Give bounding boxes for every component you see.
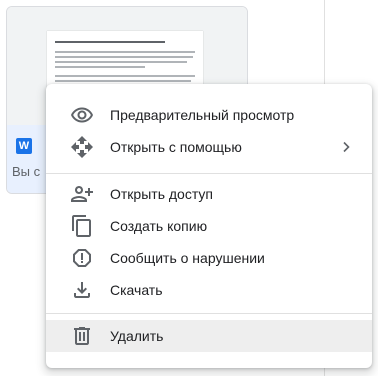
menu-item-label: Создать копию xyxy=(110,218,208,234)
menu-item-label: Удалить xyxy=(110,328,164,344)
menu-item-preview[interactable]: Предварительный просмотр xyxy=(46,99,372,131)
menu-divider xyxy=(46,313,372,314)
add-person-icon xyxy=(70,182,94,206)
menu-item-report-abuse[interactable]: Сообщить о нарушении xyxy=(46,242,372,274)
eye-icon xyxy=(70,103,94,127)
menu-item-label: Сообщить о нарушении xyxy=(110,250,265,266)
download-icon xyxy=(70,278,94,302)
menu-divider xyxy=(46,173,372,174)
menu-item-label: Предварительный просмотр xyxy=(110,107,295,123)
trash-icon xyxy=(70,324,94,348)
move-arrows-icon xyxy=(70,135,94,159)
menu-item-label: Открыть с помощью xyxy=(110,139,242,155)
chevron-right-icon xyxy=(338,139,354,155)
menu-item-open-with[interactable]: Открыть с помощью xyxy=(46,131,372,163)
copy-icon xyxy=(70,214,94,238)
report-icon xyxy=(70,246,94,270)
menu-item-download[interactable]: Скачать xyxy=(46,274,372,306)
menu-item-make-copy[interactable]: Создать копию xyxy=(46,210,372,242)
context-menu: Предварительный просмотр Открыть с помощ… xyxy=(46,84,372,368)
menu-item-share[interactable]: Открыть доступ xyxy=(46,178,372,210)
menu-item-label: Скачать xyxy=(110,282,163,298)
file-card-subtitle: Вы с xyxy=(12,164,41,179)
drive-view: W Вы с Предварительный просмотр Открыть … xyxy=(0,0,378,376)
menu-item-label: Открыть доступ xyxy=(110,186,213,202)
word-file-icon: W xyxy=(16,138,32,154)
menu-item-delete[interactable]: Удалить xyxy=(46,320,372,352)
